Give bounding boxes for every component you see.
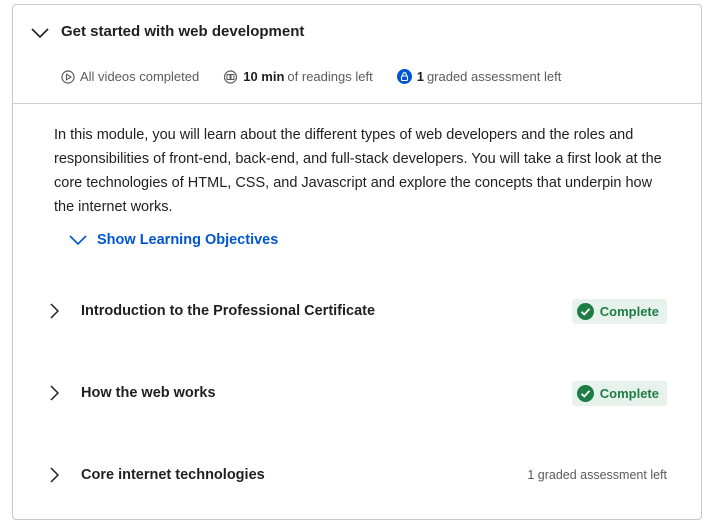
readings-text: of readings left (287, 69, 373, 84)
module-card: Get started with web development All vid… (12, 4, 702, 520)
readings-status: 10 min of readings left (223, 69, 373, 84)
complete-label: Complete (599, 303, 659, 319)
lesson-row[interactable]: Core internet technologies 1 graded asse… (49, 460, 667, 490)
play-circle-icon (61, 69, 75, 84)
objectives-label: Show Learning Objectives (97, 232, 279, 248)
chevron-down-icon[interactable] (31, 27, 49, 39)
lesson-title: Core internet technologies (81, 467, 265, 483)
lesson-row[interactable]: Introduction to the Professional Certifi… (49, 296, 667, 326)
complete-badge: Complete (571, 298, 667, 324)
chevron-down-icon (69, 235, 87, 246)
module-title: Get started with web development (61, 23, 305, 40)
readings-bold: 10 min (243, 69, 285, 84)
lesson-title: How the web works (81, 385, 216, 401)
assessment-bold: 1 (416, 69, 424, 84)
assessment-note: 1 graded assessment left (527, 468, 667, 482)
complete-label: Complete (599, 385, 659, 401)
assessment-text: graded assessment left (426, 69, 562, 84)
chevron-right-icon (50, 303, 59, 319)
module-header[interactable]: Get started with web development All vid… (13, 5, 701, 104)
show-objectives-button[interactable]: Show Learning Objectives (69, 232, 278, 248)
reading-icon (224, 69, 238, 84)
complete-badge: Complete (571, 380, 667, 406)
check-circle-icon (576, 302, 594, 320)
videos-text: All videos completed (80, 69, 200, 84)
check-circle-icon (576, 384, 594, 402)
chevron-right-icon (50, 385, 59, 401)
chevron-right-icon (50, 467, 59, 483)
lesson-row[interactable]: How the web works Complete (49, 378, 667, 408)
module-meta: All videos completed 10 min of readings … (61, 69, 585, 84)
videos-status: All videos completed (61, 69, 199, 84)
module-description: In this module, you will learn about the… (54, 127, 662, 215)
lock-icon (396, 69, 412, 84)
assessment-status: 1 graded assessment left (396, 69, 562, 84)
lesson-title: Introduction to the Professional Certifi… (81, 303, 376, 319)
